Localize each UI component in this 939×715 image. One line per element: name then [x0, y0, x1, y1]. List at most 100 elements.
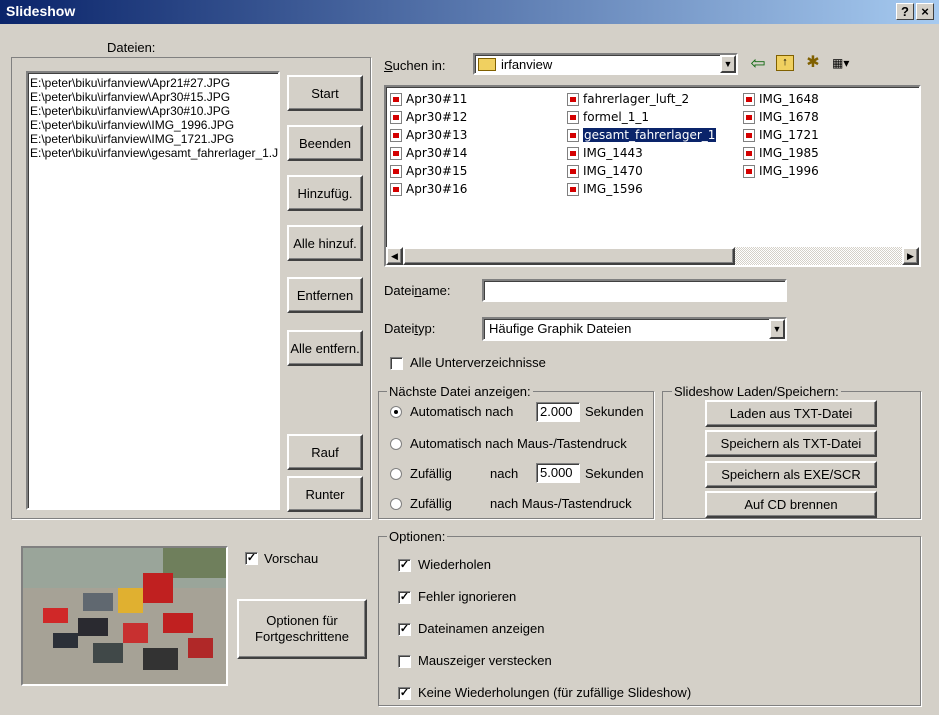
- filetype-dropdown[interactable]: Häufige Graphik Dateien ▼: [482, 317, 787, 341]
- window-title: Slideshow: [6, 3, 76, 19]
- folder-icon: [478, 57, 496, 71]
- runter-button[interactable]: Runter: [287, 476, 363, 512]
- search-in-label: Suchen in:: [384, 58, 446, 73]
- radio-random-key[interactable]: [390, 498, 402, 510]
- image-file-icon: [390, 128, 402, 142]
- browser-file-item[interactable]: IMG_1985: [743, 144, 819, 162]
- new-folder-icon[interactable]: ✱: [803, 53, 823, 73]
- browser-file-item[interactable]: Apr30#11: [390, 90, 467, 108]
- browser-file-name: gesamt_fahrerlager_1: [581, 127, 718, 143]
- subdirs-label: Alle Unterverzeichnisse: [410, 355, 546, 370]
- beenden-button[interactable]: Beenden: [287, 125, 363, 161]
- preview-image: [21, 546, 228, 686]
- browser-file-item[interactable]: fahrerlager_luft_2: [567, 90, 716, 108]
- browser-file-name: Apr30#12: [406, 110, 468, 124]
- alle-entfernen-button[interactable]: Alle entfern.: [287, 330, 363, 366]
- hinzufuegen-button[interactable]: Hinzufüg.: [287, 175, 363, 211]
- files-list[interactable]: E:\peter\biku\irfanview\Apr21#27.JPG E:\p…: [26, 71, 280, 510]
- option-label: Mauszeiger verstecken: [418, 653, 552, 668]
- rauf-button[interactable]: Rauf: [287, 434, 363, 470]
- folder-dropdown[interactable]: irfanview ▼: [473, 53, 738, 75]
- save-txt-button[interactable]: Speichern als TXT-Datei: [705, 430, 877, 457]
- save-exe-button[interactable]: Speichern als EXE/SCR: [705, 461, 877, 488]
- random-seconds-input[interactable]: 5.000: [536, 463, 580, 483]
- browser-file-item[interactable]: Apr30#12: [390, 108, 467, 126]
- file-list-item[interactable]: E:\peter\biku\irfanview\gesamt_fahrerlag…: [30, 146, 278, 160]
- image-file-icon: [743, 164, 755, 178]
- browser-file-name: IMG_1443: [583, 146, 643, 160]
- radio-random-time[interactable]: [390, 468, 402, 480]
- browser-file-name: Apr30#16: [406, 182, 468, 196]
- start-button[interactable]: Start: [287, 75, 363, 111]
- seconds-label-2: Sekunden: [585, 466, 644, 481]
- option-label: Wiederholen: [418, 557, 491, 572]
- folder-dropdown-arrow-icon[interactable]: ▼: [720, 55, 736, 73]
- image-file-icon: [743, 146, 755, 160]
- filename-input[interactable]: [482, 279, 787, 302]
- scroll-left-icon[interactable]: ◀: [386, 247, 403, 265]
- auto-after-label: Automatisch nach: [410, 404, 514, 419]
- scroll-thumb[interactable]: [403, 247, 735, 265]
- browser-file-item[interactable]: gesamt_fahrerlager_1: [567, 126, 718, 144]
- radio-auto-key[interactable]: [390, 438, 402, 450]
- browser-file-item[interactable]: IMG_1596: [567, 180, 716, 198]
- file-browser-list[interactable]: Apr30#11 Apr30#12 Apr30#13 Apr30#14 Apr30#15…: [384, 85, 921, 267]
- radio-auto-time[interactable]: [390, 406, 402, 418]
- filetype-dropdown-arrow-icon[interactable]: ▼: [769, 319, 785, 339]
- file-list-item[interactable]: E:\peter\biku\irfanview\Apr30#15.JPG: [30, 90, 276, 104]
- browser-file-name: Apr30#14: [406, 146, 468, 160]
- filetype-label: Dateityp:: [384, 321, 436, 336]
- browser-file-item[interactable]: formel_1_1: [567, 108, 716, 126]
- image-file-icon: [743, 128, 755, 142]
- random-after-label: nach: [490, 466, 519, 481]
- subdirs-checkbox[interactable]: [390, 357, 403, 370]
- file-list-item[interactable]: E:\peter\biku\irfanview\IMG_1721.JPG: [30, 132, 276, 146]
- close-button[interactable]: ×: [916, 3, 934, 20]
- view-menu-icon[interactable]: ▦▾: [832, 55, 858, 71]
- browser-file-item[interactable]: IMG_1678: [743, 108, 819, 126]
- auto-key-label: Automatisch nach Maus-/Tastendruck: [410, 436, 627, 451]
- file-list-item[interactable]: E:\peter\biku\irfanview\Apr21#27.JPG: [30, 76, 276, 90]
- browser-file-name: fahrerlager_luft_2: [583, 92, 690, 106]
- up-folder-icon[interactable]: ↑: [776, 55, 794, 71]
- browser-file-name: IMG_1985: [759, 146, 819, 160]
- alle-hinzufuegen-button[interactable]: Alle hinzuf.: [287, 225, 363, 261]
- option-checkbox[interactable]: ✓: [398, 687, 411, 700]
- advanced-options-button[interactable]: Optionen für Fortgeschrittene: [237, 599, 367, 659]
- image-file-icon: [390, 110, 402, 124]
- option-checkbox[interactable]: ✓: [398, 559, 411, 572]
- entfernen-button[interactable]: Entfernen: [287, 277, 363, 313]
- option-checkbox[interactable]: [398, 655, 411, 668]
- browser-file-item[interactable]: Apr30#16: [390, 180, 467, 198]
- auto-seconds-input[interactable]: 2.000: [536, 402, 580, 422]
- scroll-right-icon[interactable]: ▶: [902, 247, 919, 265]
- file-list-item[interactable]: E:\peter\biku\irfanview\Apr30#10.JPG: [30, 104, 276, 118]
- browser-file-name: IMG_1678: [759, 110, 819, 124]
- browser-file-item[interactable]: IMG_1443: [567, 144, 716, 162]
- back-icon[interactable]: ⇦: [748, 53, 768, 73]
- browser-file-name: Apr30#13: [406, 128, 468, 142]
- help-button[interactable]: ?: [896, 3, 914, 20]
- browser-file-item[interactable]: Apr30#13: [390, 126, 467, 144]
- option-checkbox[interactable]: ✓: [398, 623, 411, 636]
- option-label: Dateinamen anzeigen: [418, 621, 545, 636]
- folder-name: irfanview: [501, 56, 553, 72]
- vorschau-checkbox[interactable]: ✓: [245, 552, 258, 565]
- browser-file-item[interactable]: Apr30#15: [390, 162, 467, 180]
- random-label-1: Zufällig: [410, 466, 452, 481]
- browser-file-item[interactable]: IMG_1996: [743, 162, 819, 180]
- browser-file-item[interactable]: IMG_1470: [567, 162, 716, 180]
- browser-file-item[interactable]: IMG_1648: [743, 90, 819, 108]
- advanced-options-label: Optionen für Fortgeschrittene: [255, 613, 349, 644]
- title-bar: [0, 0, 939, 24]
- browser-file-name: IMG_1470: [583, 164, 643, 178]
- file-list-item[interactable]: E:\peter\biku\irfanview\IMG_1996.JPG: [30, 118, 276, 132]
- image-file-icon: [390, 182, 402, 196]
- image-file-icon: [390, 146, 402, 160]
- horizontal-scrollbar[interactable]: ◀ ▶: [386, 247, 919, 265]
- browser-file-item[interactable]: Apr30#14: [390, 144, 467, 162]
- load-txt-button[interactable]: Laden aus TXT-Datei: [705, 400, 877, 427]
- burn-cd-button[interactable]: Auf CD brennen: [705, 491, 877, 518]
- option-checkbox[interactable]: ✓: [398, 591, 411, 604]
- browser-file-item[interactable]: IMG_1721: [743, 126, 819, 144]
